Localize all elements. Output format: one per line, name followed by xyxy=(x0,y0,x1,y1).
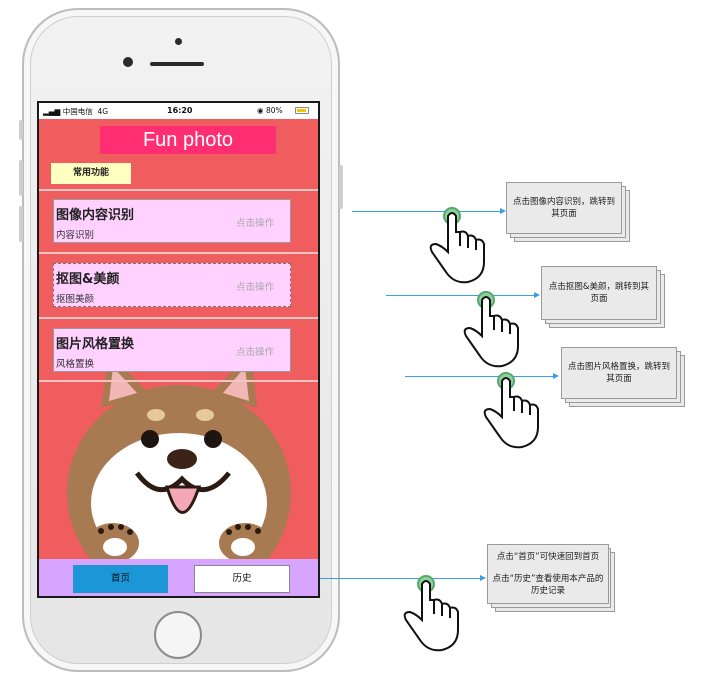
tab-home[interactable]: 首页 xyxy=(73,565,168,593)
card-subtitle: 内容识别 xyxy=(56,230,95,241)
proximity-sensor xyxy=(175,38,182,45)
shiba-dog-illustration xyxy=(67,353,291,563)
divider xyxy=(39,189,318,191)
divider xyxy=(39,317,318,319)
arrowhead-icon xyxy=(480,575,486,581)
home-button[interactable] xyxy=(154,611,202,659)
status-battery-text: ◉ 80% xyxy=(257,106,283,115)
arrowhead-icon xyxy=(534,292,540,298)
alarm-icon: ◉ xyxy=(257,106,264,115)
front-camera xyxy=(123,57,133,67)
annotation-note: 点击“首页”可快速回到首页 点击“历史”查看使用本产品的历史记录 xyxy=(487,544,609,604)
battery-icon xyxy=(295,107,309,114)
tap-hand-icon xyxy=(403,575,459,652)
status-time: 16:20 xyxy=(167,106,193,115)
earpiece-speaker xyxy=(150,62,204,66)
arrowhead-icon xyxy=(553,373,559,379)
card-style-transfer[interactable]: 图片风格置换 风格置换 点击操作 xyxy=(53,328,291,372)
status-carrier: ▂▄▆ 中国电信 4G xyxy=(43,107,109,116)
card-subtitle: 抠图美颜 xyxy=(56,294,95,305)
annotation-note: 点击抠图&美颜，跳转到其页面 xyxy=(541,266,657,320)
tap-hand-icon xyxy=(429,207,485,284)
phone-screen: ▂▄▆ 中国电信 4G 16:20 ◉ 80% Fun photo 常用功能 图… xyxy=(37,101,320,598)
card-title: 抠图&美颜 xyxy=(56,272,120,287)
status-bar: ▂▄▆ 中国电信 4G 16:20 ◉ 80% xyxy=(39,103,318,119)
card-action[interactable]: 点击操作 xyxy=(236,279,274,293)
card-cutout-beauty[interactable]: 抠图&美颜 抠图美颜 点击操作 xyxy=(53,263,291,307)
tap-hand-icon xyxy=(483,372,539,449)
volume-up-button xyxy=(19,160,23,196)
card-subtitle: 风格置换 xyxy=(56,359,95,370)
card-image-recognition[interactable]: 图像内容识别 内容识别 点击操作 xyxy=(53,199,291,243)
divider xyxy=(39,380,318,382)
tab-history[interactable]: 历史 xyxy=(194,565,290,593)
card-title: 图像内容识别 xyxy=(56,208,135,223)
volume-down-button xyxy=(19,206,23,242)
section-tag: 常用功能 xyxy=(51,163,131,184)
divider xyxy=(39,252,318,254)
card-action[interactable]: 点击操作 xyxy=(236,344,274,358)
annotation-note: 点击图像内容识别，跳转到其页面 xyxy=(506,182,622,234)
annotation-note: 点击图片风格置换，跳转到其页面 xyxy=(561,347,677,399)
power-button xyxy=(339,165,343,209)
signal-icon: ▂▄▆ xyxy=(43,107,61,116)
tap-hand-icon xyxy=(463,291,519,368)
mute-switch xyxy=(19,120,23,140)
card-action[interactable]: 点击操作 xyxy=(236,215,274,229)
card-title: 图片风格置换 xyxy=(56,337,135,352)
app-title: Fun photo xyxy=(100,126,276,154)
